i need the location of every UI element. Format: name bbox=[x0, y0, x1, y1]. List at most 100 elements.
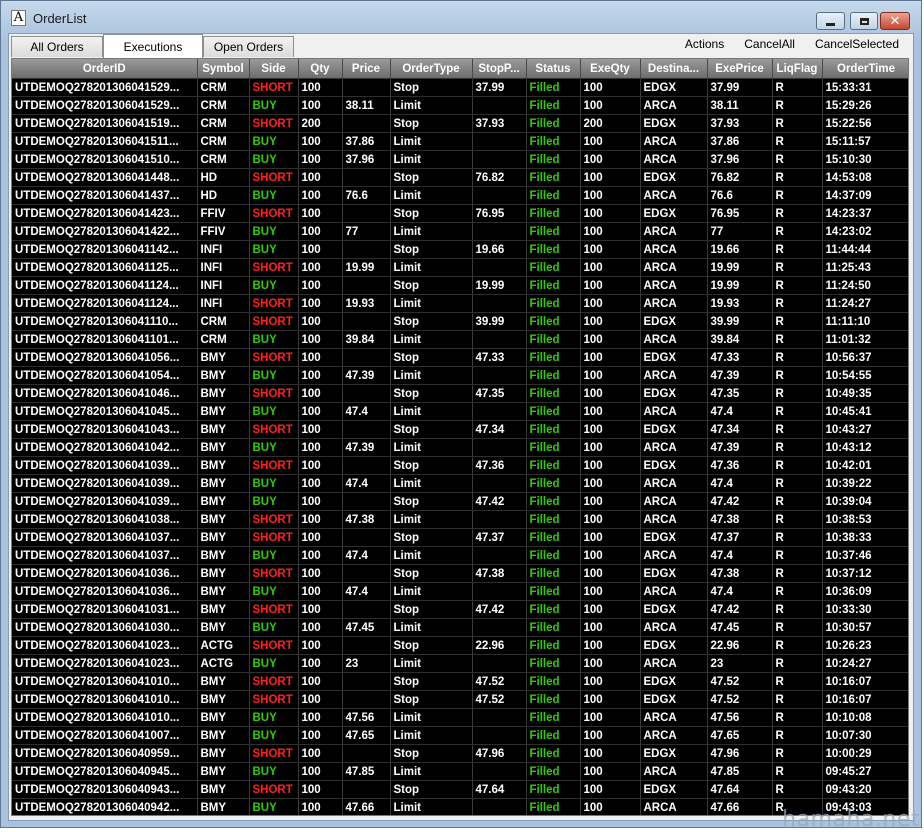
table-row[interactable]: UTDEMOQ278201306041125... INFI SHORT 100 19.… bbox=[12, 258, 908, 277]
table-cell bbox=[342, 276, 391, 295]
table-cell: 100 bbox=[580, 618, 641, 637]
table-row[interactable]: UTDEMOQ278201306041142... INFI BUY 100 Stop 1… bbox=[12, 240, 908, 259]
table-row[interactable]: UTDEMOQ278201306041039... BMY SHORT 100 Stop… bbox=[12, 456, 908, 475]
tab-all-orders[interactable]: All Orders bbox=[11, 36, 103, 57]
table-row[interactable]: UTDEMOQ278201306041045... BMY BUY 100 47.4 Li… bbox=[12, 402, 908, 421]
close-button[interactable]: ✕ bbox=[880, 12, 910, 30]
table-cell: R bbox=[772, 276, 823, 295]
table-cell: BUY bbox=[249, 582, 299, 601]
table-row[interactable]: UTDEMOQ278201306041038... BMY SHORT 100 47.3… bbox=[12, 510, 908, 529]
table-cell: R bbox=[772, 348, 823, 367]
table-row[interactable]: UTDEMOQ278201306041031... BMY SHORT 100 Stop… bbox=[12, 600, 908, 619]
table-row[interactable]: UTDEMOQ278201306041036... BMY SHORT 100 Stop… bbox=[12, 564, 908, 583]
table-cell bbox=[472, 132, 527, 151]
table-cell: ARCA bbox=[640, 330, 708, 349]
table-cell: INFI bbox=[197, 276, 250, 295]
table-row[interactable]: UTDEMOQ278201306041042... BMY BUY 100 47.39 L… bbox=[12, 438, 908, 457]
table-row[interactable]: UTDEMOQ278201306040942... BMY BUY 100 47.66 L… bbox=[12, 798, 908, 815]
table-row[interactable]: UTDEMOQ278201306041007... BMY BUY 100 47.65 L… bbox=[12, 726, 908, 745]
table-cell: 47.35 bbox=[707, 384, 773, 403]
column-header[interactable]: LiqFlag bbox=[772, 59, 823, 79]
cancel-selected-button[interactable]: CancelSelected bbox=[815, 37, 899, 51]
table-row[interactable]: UTDEMOQ278201306041010... BMY SHORT 100 Stop… bbox=[12, 672, 908, 691]
table-cell: 47.38 bbox=[707, 564, 773, 583]
table-row[interactable]: UTDEMOQ278201306040959... BMY SHORT 100 Stop… bbox=[12, 744, 908, 763]
table-cell: Stop bbox=[390, 492, 473, 511]
column-header[interactable]: Destina... bbox=[640, 59, 708, 79]
table-row[interactable]: UTDEMOQ278201306041511... CRM BUY 100 37.86 L… bbox=[12, 132, 908, 151]
table-cell: UTDEMOQ278201306041037... bbox=[12, 546, 198, 565]
table-cell: 100 bbox=[580, 276, 641, 295]
table-cell: Filled bbox=[526, 564, 581, 583]
column-header[interactable]: OrderID bbox=[12, 59, 198, 79]
table-cell: UTDEMOQ278201306041010... bbox=[12, 708, 198, 727]
table-row[interactable]: UTDEMOQ278201306041010... BMY BUY 100 47.56 L… bbox=[12, 708, 908, 727]
tab-executions[interactable]: Executions bbox=[103, 34, 203, 58]
table-row[interactable]: UTDEMOQ278201306041046... BMY SHORT 100 Stop… bbox=[12, 384, 908, 403]
table-cell: 10:38:33 bbox=[822, 528, 908, 547]
table-cell: 10:39:04 bbox=[822, 492, 908, 511]
table-row[interactable]: UTDEMOQ278201306040945... BMY BUY 100 47.85 L… bbox=[12, 762, 908, 781]
table-row[interactable]: UTDEMOQ278201306041510... CRM BUY 100 37.96 L… bbox=[12, 150, 908, 169]
column-header[interactable]: Price bbox=[342, 59, 391, 79]
table-cell: R bbox=[772, 618, 823, 637]
maximize-button[interactable] bbox=[850, 12, 878, 30]
table-cell: R bbox=[772, 240, 823, 259]
table-cell: CRM bbox=[197, 78, 250, 97]
column-header[interactable]: Symbol bbox=[197, 59, 250, 79]
column-header[interactable]: ExePrice bbox=[707, 59, 773, 79]
column-header[interactable]: Side bbox=[249, 59, 299, 79]
table-row[interactable]: UTDEMOQ278201306041423... FFIV SHORT 100 Sto… bbox=[12, 204, 908, 223]
table-row[interactable]: UTDEMOQ278201306041054... BMY BUY 100 47.39 L… bbox=[12, 366, 908, 385]
table-row[interactable]: UTDEMOQ278201306041010... BMY SHORT 100 Stop… bbox=[12, 690, 908, 709]
table-cell: EDGX bbox=[640, 456, 708, 475]
table-row[interactable]: UTDEMOQ278201306041448... HD SHORT 100 Stop 7… bbox=[12, 168, 908, 187]
table-cell: UTDEMOQ278201306041023... bbox=[12, 636, 198, 655]
column-header[interactable]: OrderTime bbox=[822, 59, 908, 79]
table-row[interactable]: UTDEMOQ278201306041529... CRM SHORT 100 Stop… bbox=[12, 78, 908, 97]
table-row[interactable]: UTDEMOQ278201306041023... ACTG BUY 100 23 Lim… bbox=[12, 654, 908, 673]
table-row[interactable]: UTDEMOQ278201306041037... BMY SHORT 100 Stop… bbox=[12, 528, 908, 547]
column-header[interactable]: ExeQty bbox=[580, 59, 641, 79]
cancel-all-button[interactable]: CancelAll bbox=[744, 37, 795, 51]
tab-open-orders[interactable]: Open Orders bbox=[203, 36, 294, 57]
table-row[interactable]: UTDEMOQ278201306041039... BMY BUY 100 47.4 Li… bbox=[12, 474, 908, 493]
table-cell: BMY bbox=[197, 726, 250, 745]
column-header[interactable]: OrderType bbox=[390, 59, 473, 79]
table-row[interactable]: UTDEMOQ278201306041124... INFI BUY 100 Stop 1… bbox=[12, 276, 908, 295]
table-cell: ARCA bbox=[640, 510, 708, 529]
table-row[interactable]: UTDEMOQ278201306041036... BMY BUY 100 47.4 Li… bbox=[12, 582, 908, 601]
table-cell: SHORT bbox=[249, 780, 299, 799]
table-cell: 77 bbox=[342, 222, 391, 241]
table-row[interactable]: UTDEMOQ278201306041023... ACTG SHORT 100 Sto… bbox=[12, 636, 908, 655]
table-row[interactable]: UTDEMOQ278201306041030... BMY BUY 100 47.45 L… bbox=[12, 618, 908, 637]
table-cell: UTDEMOQ278201306041030... bbox=[12, 618, 198, 637]
column-header[interactable]: Status bbox=[526, 59, 581, 79]
table-cell: 76.6 bbox=[342, 186, 391, 205]
table-row[interactable]: UTDEMOQ278201306040943... BMY SHORT 100 Stop… bbox=[12, 780, 908, 799]
table-cell: 19.66 bbox=[472, 240, 527, 259]
table-row[interactable]: UTDEMOQ278201306041529... CRM BUY 100 38.11 L… bbox=[12, 96, 908, 115]
table-row[interactable]: UTDEMOQ278201306041422... FFIV BUY 100 77 Lim… bbox=[12, 222, 908, 241]
table-row[interactable]: UTDEMOQ278201306041519... CRM SHORT 200 Stop… bbox=[12, 114, 908, 133]
table-row[interactable]: UTDEMOQ278201306041043... BMY SHORT 100 Stop… bbox=[12, 420, 908, 439]
table-row[interactable]: UTDEMOQ278201306041039... BMY BUY 100 Stop 47… bbox=[12, 492, 908, 511]
column-header[interactable]: StopP... bbox=[472, 59, 527, 79]
title-bar[interactable]: A OrderList ✕ bbox=[1, 1, 921, 33]
actions-menu[interactable]: Actions bbox=[685, 37, 724, 51]
table-cell: UTDEMOQ278201306041125... bbox=[12, 258, 198, 277]
executions-grid[interactable]: OrderID Symbol Side Qty Price OrderType StopP.… bbox=[11, 58, 909, 816]
table-row[interactable]: UTDEMOQ278201306041437... HD BUY 100 76.6 Lim… bbox=[12, 186, 908, 205]
table-row[interactable]: UTDEMOQ278201306041101... CRM BUY 100 39.84 L… bbox=[12, 330, 908, 349]
minimize-button[interactable] bbox=[816, 12, 845, 30]
table-cell: Filled bbox=[526, 258, 581, 277]
table-cell: 39.84 bbox=[707, 330, 773, 349]
table-cell bbox=[472, 258, 527, 277]
column-header[interactable]: Qty bbox=[298, 59, 343, 79]
table-row[interactable]: UTDEMOQ278201306041037... BMY BUY 100 47.4 Li… bbox=[12, 546, 908, 565]
table-cell: 47.4 bbox=[342, 402, 391, 421]
table-row[interactable]: UTDEMOQ278201306041124... INFI SHORT 100 19.… bbox=[12, 294, 908, 313]
table-cell: 100 bbox=[298, 780, 343, 799]
table-row[interactable]: UTDEMOQ278201306041110... CRM SHORT 100 Stop… bbox=[12, 312, 908, 331]
table-row[interactable]: UTDEMOQ278201306041056... BMY SHORT 100 Stop… bbox=[12, 348, 908, 367]
